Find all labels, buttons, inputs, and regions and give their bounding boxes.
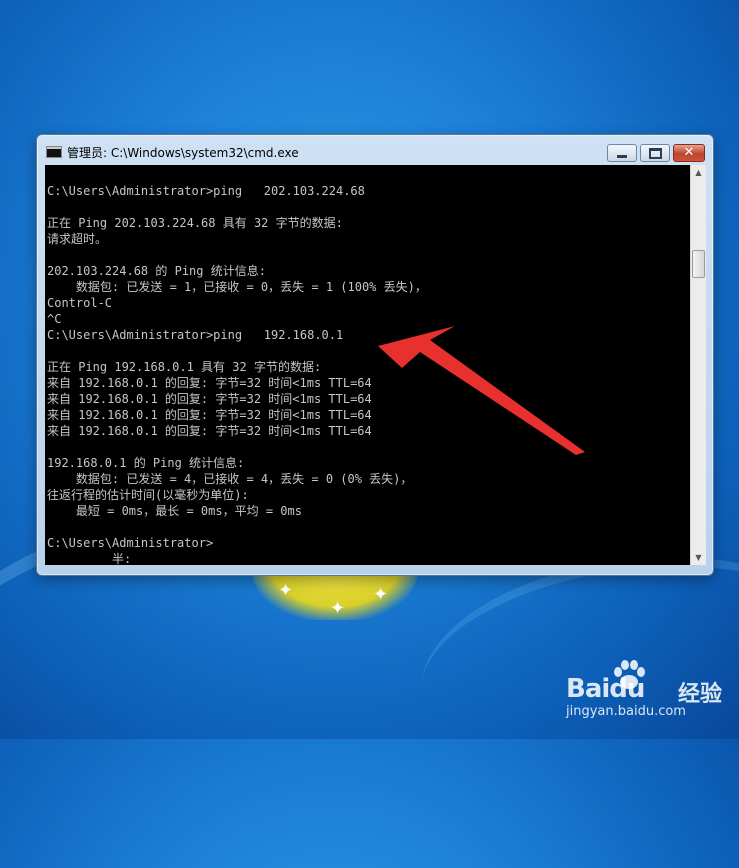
watermark-url: jingyan.baidu.com <box>566 704 686 719</box>
annotation-arrow <box>378 326 585 455</box>
watermark-brand: Baidu <box>566 674 645 704</box>
annotation-arrow-shape <box>378 326 585 455</box>
